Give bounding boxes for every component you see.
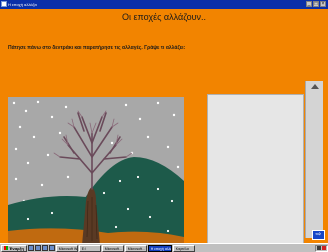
media-icon[interactable] — [48, 245, 55, 251]
network-icon[interactable] — [322, 246, 326, 250]
taskbar-item[interactable]: Microsoft… — [101, 244, 124, 252]
maximize-button[interactable]: □ — [313, 1, 319, 7]
close-button[interactable]: × — [320, 1, 326, 7]
email-icon[interactable] — [41, 245, 48, 251]
taskbar: Έναρξη Microsoft Wor… Ε:\ Microsoft… Mic… — [0, 243, 328, 252]
window-titlebar: Η εποχή αλλάζει _ □ × — [0, 0, 328, 9]
taskbar-item[interactable]: Microsoft Wor… — [55, 244, 78, 252]
window-menu-icon[interactable] — [1, 1, 7, 7]
taskbar-item[interactable]: Microsoft… — [124, 244, 147, 252]
desktop-icon[interactable] — [27, 245, 34, 251]
window-controls: _ □ × — [306, 1, 326, 7]
browser-icon[interactable] — [34, 245, 41, 251]
system-tray — [315, 244, 328, 252]
taskbar-item-active[interactable]: Η εποχή αλλάζει — [147, 244, 172, 252]
taskbar-item[interactable]: Καρτέλα — [172, 244, 195, 252]
volume-icon[interactable] — [317, 246, 321, 250]
windows-logo-icon — [4, 246, 8, 250]
start-label: Έναρξη — [9, 245, 24, 251]
taskbar-item[interactable]: Ε:\ — [78, 244, 101, 252]
start-button[interactable]: Έναρξη — [1, 244, 27, 252]
instruction-text: Πάτησε πάνω στο δεντράκι και παρατήρησε … — [8, 45, 186, 51]
vertical-scrollbar[interactable] — [305, 81, 323, 238]
window-title: Η εποχή αλλάζει — [8, 2, 38, 7]
winter-tree-image[interactable] — [8, 97, 184, 245]
scroll-up-icon[interactable] — [311, 84, 319, 89]
minimize-button[interactable]: _ — [306, 1, 312, 7]
next-page-button[interactable]: ⇨ — [312, 230, 325, 240]
page-title: Οι εποχές αλλάζουν.. — [122, 12, 206, 22]
answer-text-area[interactable] — [207, 94, 304, 244]
